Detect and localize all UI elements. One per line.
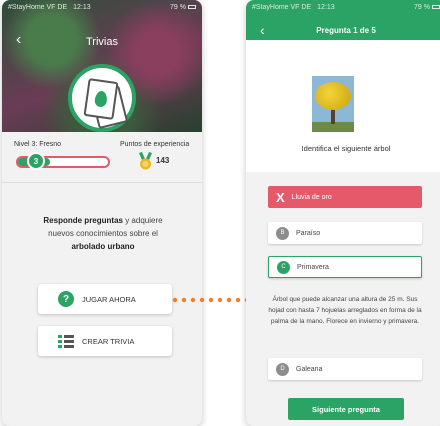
- option-d[interactable]: D Galeana: [268, 358, 422, 380]
- option-label: Primavera: [297, 263, 329, 271]
- tree-photo: [312, 76, 354, 132]
- option-letter: B: [276, 226, 289, 240]
- divider: [2, 182, 202, 183]
- create-trivia-button[interactable]: CREAR TRIVIA: [38, 326, 172, 356]
- medal-icon: [139, 152, 152, 170]
- create-trivia-label: CREAR TRIVIA: [82, 336, 135, 346]
- question-text: Identifica el siguiente árbol: [301, 144, 391, 153]
- answer-explanation: Árbol que puede alcanzar una altura de 2…: [268, 296, 422, 325]
- next-question-button[interactable]: Siguiente pregunta: [288, 398, 404, 420]
- question-icon: ?: [58, 291, 74, 307]
- level-label: Nivel 3: Fresno: [14, 141, 62, 148]
- intro-text: Responde preguntas y adquiere nuevos con…: [43, 216, 163, 251]
- question-screen: #StayHome VF DE 12:13 79 % ‹ Pregunta 1 …: [246, 0, 440, 426]
- clock: 12:13: [317, 4, 335, 11]
- option-label: Galeana: [296, 365, 323, 373]
- trivia-cards-icon: [68, 64, 136, 132]
- checklist-icon: [58, 335, 74, 348]
- trivia-home-screen: #StayHome VF DE 12:13 79 % ‹ Trivias Niv…: [2, 0, 202, 426]
- carrier: #StayHome VF DE: [8, 4, 68, 11]
- battery-level: 79 %: [170, 4, 196, 14]
- option-a-wrong[interactable]: X Lluvia de oro: [268, 186, 422, 208]
- option-c-correct[interactable]: C Primavera: [268, 256, 422, 278]
- xp-value: 143: [156, 156, 170, 165]
- page-title: Trivias: [86, 36, 118, 48]
- option-letter: D: [276, 362, 289, 376]
- battery-icon: [188, 5, 196, 10]
- level-badge: 3: [27, 152, 45, 170]
- option-label: Lluvia de oro: [291, 193, 332, 201]
- status-bar: #StayHome VF DE 12:13 79 %: [246, 0, 440, 14]
- card-front-icon: [83, 78, 119, 120]
- carrier: #StayHome VF DE: [252, 4, 312, 11]
- battery-level: 79 %: [414, 4, 440, 14]
- leaf-drop-icon: [93, 90, 109, 108]
- option-label: Paraíso: [296, 229, 321, 237]
- play-now-button[interactable]: ? JUGAR AHORA: [38, 284, 172, 314]
- wrong-x-icon: X: [276, 189, 285, 205]
- battery-icon: [432, 5, 440, 10]
- clock: 12:13: [73, 4, 91, 11]
- question-counter: Pregunta 1 de 5: [316, 26, 376, 35]
- status-bar: #StayHome VF DE 12:13 79 %: [2, 0, 202, 14]
- xp-label: Puntos de experiencia: [120, 141, 190, 148]
- option-b[interactable]: B Paraíso: [268, 222, 422, 244]
- play-now-label: JUGAR AHORA: [82, 294, 136, 304]
- option-letter: C: [277, 260, 290, 274]
